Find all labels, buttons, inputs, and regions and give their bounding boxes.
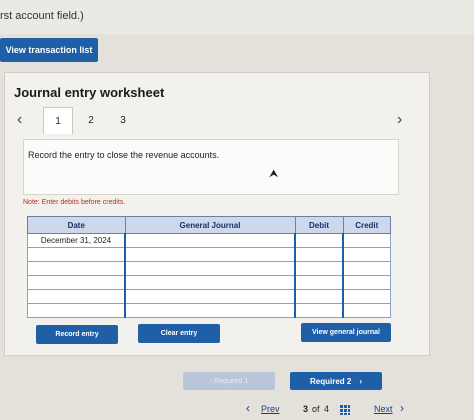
required-1-button[interactable]: ‹ Required 1 (183, 372, 275, 390)
required-2-label: Required 2 (309, 376, 352, 386)
debit-cell[interactable] (294, 233, 344, 248)
column-header-general-journal: General Journal (124, 216, 296, 234)
credit-cell[interactable] (342, 233, 391, 248)
page-of-label: of (312, 404, 320, 414)
journal-table: Date General Journal Debit Credit Decemb… (27, 216, 391, 318)
chevron-right-icon[interactable]: › (397, 111, 402, 129)
required-2-button[interactable]: Required 2 › (290, 372, 382, 390)
journal-entry-worksheet-panel: Journal entry worksheet ‹ 1 2 3 › Record… (4, 72, 430, 356)
debit-cell[interactable] (294, 275, 344, 290)
table-row (27, 261, 391, 276)
tab-2[interactable]: 2 (77, 109, 105, 131)
table-header-row: Date General Journal Debit Credit (27, 216, 391, 234)
account-cell[interactable] (124, 289, 296, 304)
chevron-left-icon[interactable]: ‹ (17, 111, 22, 129)
debit-cell[interactable] (294, 261, 344, 276)
column-header-credit: Credit (342, 216, 391, 234)
table-row (27, 247, 391, 262)
page-total: 4 (324, 404, 330, 414)
required-1-label: Required 1 (214, 377, 249, 385)
tab-3[interactable]: 3 (109, 109, 137, 131)
prev-link[interactable]: Prev (261, 404, 280, 414)
view-transaction-list-button[interactable]: View transaction list (0, 38, 98, 62)
debit-cell[interactable] (294, 247, 344, 262)
column-header-debit: Debit (294, 216, 344, 234)
next-link[interactable]: Next (374, 404, 393, 414)
table-row (27, 289, 391, 304)
column-header-date: Date (27, 216, 126, 234)
chevron-right-icon[interactable]: › (400, 401, 404, 415)
tab-1[interactable]: 1 (43, 107, 73, 134)
table-row: December 31, 2024 (27, 233, 391, 248)
mouse-cursor-icon: ⮝ (269, 168, 279, 180)
note-text: Note: Enter debits before credits. (23, 199, 126, 206)
table-row (27, 303, 391, 318)
worksheet-title: Journal entry worksheet (14, 85, 165, 100)
instruction-box: Record the entry to close the revenue ac… (23, 139, 399, 195)
record-entry-button[interactable]: Record entry (36, 325, 118, 344)
credit-cell[interactable] (342, 303, 391, 318)
table-row (27, 275, 391, 290)
debit-cell[interactable] (294, 289, 344, 304)
credit-cell[interactable] (342, 247, 391, 262)
top-strip: rst account field.) (0, 0, 474, 34)
view-general-journal-button[interactable]: View general journal (301, 323, 391, 342)
page-current: 3 (303, 404, 309, 414)
date-cell[interactable] (27, 303, 126, 318)
account-cell[interactable] (124, 247, 296, 262)
account-cell[interactable] (124, 303, 296, 318)
chevron-left-icon[interactable]: ‹ (246, 401, 250, 415)
date-cell[interactable] (27, 247, 126, 262)
date-cell[interactable] (27, 289, 126, 304)
grid-icon[interactable] (340, 405, 350, 415)
date-cell[interactable] (27, 261, 126, 276)
instruction-text: Record the entry to close the revenue ac… (28, 150, 220, 160)
chevron-right-icon: › (359, 376, 362, 386)
clear-entry-button[interactable]: Clear entry (138, 324, 220, 343)
credit-cell[interactable] (342, 275, 391, 290)
account-cell[interactable] (124, 233, 296, 248)
previous-question-text: rst account field.) (0, 10, 84, 22)
date-cell[interactable] (27, 275, 126, 290)
account-cell[interactable] (124, 261, 296, 276)
credit-cell[interactable] (342, 261, 391, 276)
account-cell[interactable] (124, 275, 296, 290)
credit-cell[interactable] (342, 289, 391, 304)
debit-cell[interactable] (294, 303, 344, 318)
date-cell[interactable]: December 31, 2024 (27, 233, 126, 248)
